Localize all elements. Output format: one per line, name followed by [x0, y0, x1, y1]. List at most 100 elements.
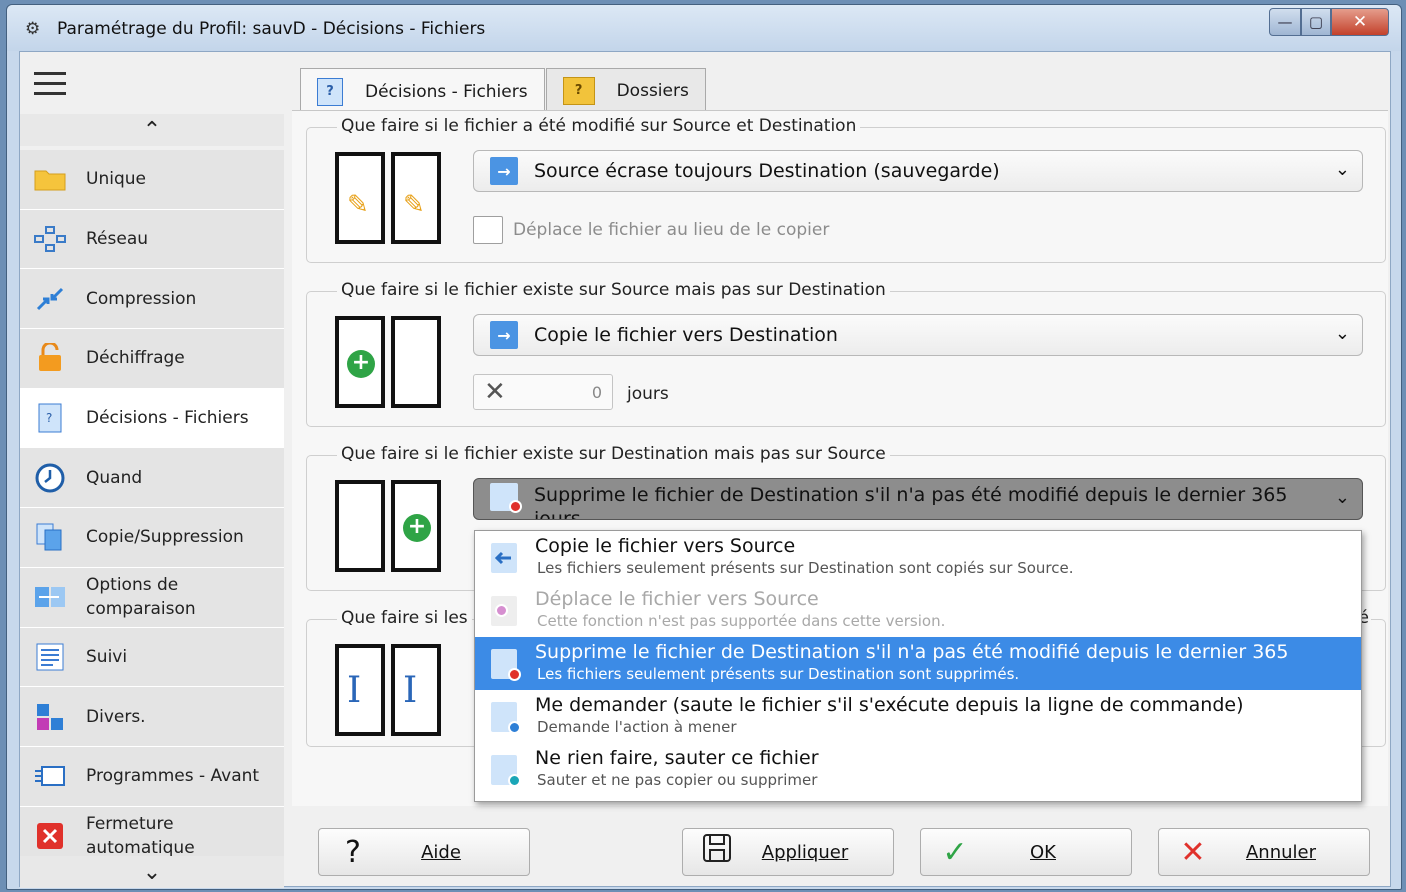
skip-icon — [491, 755, 521, 787]
sidebar-item-compression[interactable]: Compression — [20, 269, 284, 330]
tab-dossiers[interactable]: ? Dossiers — [545, 68, 706, 112]
arrow-right-icon: → — [490, 321, 518, 349]
tab-label: Dossiers — [616, 80, 689, 101]
ok-button-label: OK — [1030, 841, 1056, 863]
chevron-down-icon: ⌄ — [1334, 323, 1350, 344]
source-only-select[interactable]: → Copie le fichier vers Destination ⌄ — [473, 314, 1363, 356]
pencil-icon: ✎ — [403, 190, 425, 220]
compression-icon — [34, 285, 66, 313]
option-skip[interactable]: Ne rien faire, sauter ce fichier Sauter … — [475, 743, 1361, 796]
delete-file-icon — [491, 649, 521, 681]
destination-only-dropdown-list: Copie le fichier vers Source Les fichier… — [474, 530, 1362, 802]
help-button[interactable]: ? Aide — [318, 828, 530, 876]
misc-icon — [34, 703, 66, 731]
sidebar-item-reseau[interactable]: Réseau — [20, 209, 284, 270]
sidebar-item-divers[interactable]: Divers. — [20, 687, 284, 747]
option-title: Copie le fichier vers Source — [535, 535, 796, 557]
sidebar-item-suivi[interactable]: Suivi — [20, 627, 284, 688]
option-ask-me[interactable]: Me demander (saute le fichier s'il s'exé… — [475, 690, 1361, 743]
option-title: Supprime le fichier de Destination s'il … — [535, 641, 1289, 663]
combo-value: Supprime le fichier de Destination s'il … — [534, 484, 1288, 520]
text-cursor-illustration: I I — [335, 644, 445, 738]
clock-icon — [34, 463, 66, 493]
cancel-button-label: Annuler — [1245, 841, 1316, 863]
client-area: ⌃ Unique Réseau Compression Déchiffrage — [19, 51, 1391, 888]
cancel-button[interactable]: ✕ Annuler — [1158, 828, 1370, 876]
option-title: Me demander (saute le fichier s'il s'exé… — [535, 694, 1244, 716]
decision-file-icon: ? — [34, 403, 66, 433]
sidebar-item-label: Quand — [86, 467, 143, 488]
sidebar-item-programmes-avant[interactable]: Programmes - Avant — [20, 746, 284, 807]
combo-value: Source écrase toujours Destination (sauv… — [534, 160, 1000, 182]
folder-question-icon: ? — [562, 76, 595, 105]
option-title: Déplace le fichier vers Source — [535, 588, 819, 610]
modified-both-select[interactable]: → Source écrase toujours Destination (sa… — [473, 150, 1363, 192]
files-modified-illustration: ✎ ✎ — [335, 152, 445, 246]
option-desc: Cette fonction n'est pas supportée dans … — [537, 612, 946, 630]
group-title: Que faire si le fichier a été modifié su… — [337, 116, 861, 136]
checkmark-icon: ✓ — [942, 834, 968, 870]
option-desc: Les fichiers seulement présents sur Dest… — [537, 559, 1074, 577]
option-copy-to-source[interactable]: Copie le fichier vers Source Les fichier… — [475, 531, 1361, 584]
sidebar-item-decisions-fichiers[interactable]: ? Décisions - Fichiers — [20, 388, 284, 449]
option-desc: Les fichiers seulement présents sur Dest… — [537, 665, 1020, 683]
group-modified-both: Que faire si le fichier a été modifié su… — [306, 116, 1386, 263]
minimize-button[interactable]: — — [1269, 8, 1301, 36]
sidebar-item-label: Suivi — [86, 646, 128, 667]
plus-icon: + — [403, 514, 431, 542]
group-source-only: Que faire si le fichier existe sur Sourc… — [306, 280, 1386, 427]
group-title: Que faire si le fichier existe sur Sourc… — [337, 280, 890, 300]
apply-button[interactable]: Appliquer — [682, 828, 894, 876]
group-title: Que faire si le fichier existe sur Desti… — [337, 444, 890, 464]
sidebar-item-options-comparaison[interactable]: Options de comparaison — [20, 567, 284, 628]
sidebar-scroll-down-button[interactable]: ⌄ — [20, 856, 284, 888]
destination-only-select[interactable]: Supprime le fichier de Destination s'il … — [473, 478, 1363, 520]
ok-button[interactable]: ✓ OK — [920, 828, 1132, 876]
tab-label: Décisions - Fichiers — [365, 81, 528, 102]
sidebar-item-unique[interactable]: Unique — [20, 150, 284, 210]
help-button-label: Aide — [421, 841, 461, 863]
folder-icon — [34, 165, 66, 193]
question-icon: ? — [345, 834, 361, 870]
plus-icon: + — [347, 350, 375, 378]
sidebar: ⌃ Unique Réseau Compression Déchiffrage — [20, 52, 284, 888]
close-button[interactable]: ✕ — [1331, 8, 1389, 36]
sidebar-item-label: Réseau — [86, 229, 149, 250]
sidebar-item-label: Décisions - Fichiers — [86, 408, 249, 429]
text-cursor-icon: I — [403, 670, 418, 711]
sidebar-scroll-up-button[interactable]: ⌃ — [20, 114, 284, 146]
option-title: Ne rien faire, sauter ce fichier — [535, 747, 819, 769]
save-icon — [697, 833, 737, 871]
group-title: Que faire si les — [337, 608, 472, 628]
sidebar-item-quand[interactable]: Quand — [20, 448, 284, 509]
x-icon: ✕ — [484, 377, 506, 407]
option-desc: Demande l'action à mener — [537, 718, 737, 736]
tab-bar: ? Décisions - Fichiers ? Dossiers — [300, 68, 707, 114]
option-delete-destination[interactable]: Supprime le fichier de Destination s'il … — [475, 637, 1361, 690]
sidebar-list: Unique Réseau Compression Déchiffrage ? … — [20, 150, 284, 867]
auto-close-icon — [34, 822, 66, 850]
sidebar-item-label: Fermeture automatique — [86, 813, 195, 858]
destination-only-illustration: + — [335, 480, 445, 574]
days-label: jours — [627, 384, 669, 404]
programs-icon — [34, 762, 66, 790]
padlock-icon — [34, 343, 66, 372]
days-spinbox[interactable]: ✕ 0 — [473, 374, 613, 410]
arrow-left-icon — [491, 543, 517, 573]
sidebar-item-copie-suppression[interactable]: Copie/Suppression — [20, 508, 284, 568]
sidebar-item-dechiffrage[interactable]: Déchiffrage — [20, 329, 284, 389]
apply-button-label: Appliquer — [761, 841, 849, 863]
move-instead-checkbox[interactable] — [473, 216, 503, 244]
sidebar-item-label: Copie/Suppression — [86, 527, 244, 548]
chevron-down-icon: ⌄ — [1334, 487, 1350, 508]
sidebar-item-label: Déchiffrage — [86, 348, 185, 369]
arrow-right-icon: → — [490, 157, 518, 185]
tab-decisions-fichiers[interactable]: ? Décisions - Fichiers — [300, 68, 545, 114]
window-title: Paramétrage du Profil: sauvD - Décisions… — [57, 19, 486, 39]
delete-file-icon — [490, 483, 522, 513]
hamburger-menu-icon[interactable] — [34, 72, 66, 96]
compare-icon — [34, 583, 66, 611]
decision-file-icon: ? — [317, 77, 343, 106]
maximize-button[interactable]: ▢ — [1301, 8, 1331, 36]
title-bar[interactable]: ⚙ Paramétrage du Profil: sauvD - Décisio… — [7, 5, 1401, 51]
